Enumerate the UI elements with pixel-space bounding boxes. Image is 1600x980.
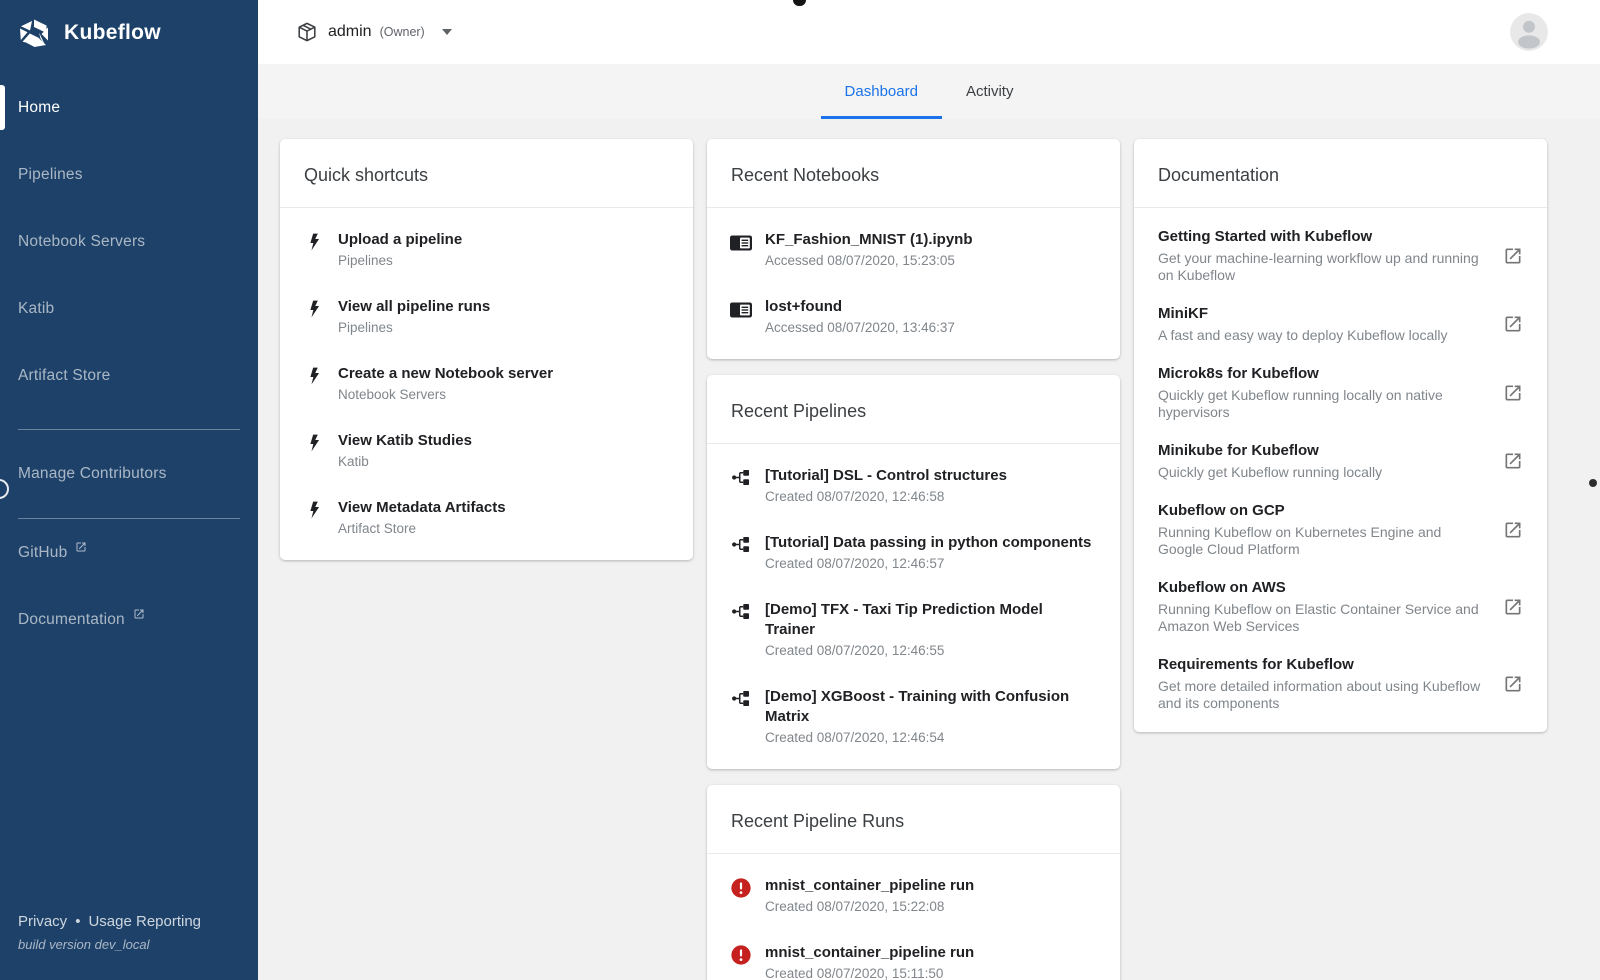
open-in-new-icon — [1505, 316, 1521, 332]
pipeline-run-row[interactable]: mnist_container_pipeline run Created 08/… — [707, 930, 1120, 980]
namespace-role: (Owner) — [379, 25, 425, 39]
notebook-row[interactable]: lost+found Accessed 08/07/2020, 13:46:37 — [707, 284, 1120, 351]
avatar[interactable] — [1510, 13, 1548, 51]
main-area: admin (Owner) Dashboard Activity Quick s… — [258, 0, 1600, 980]
doc-link-getting-started[interactable]: Getting Started with Kubeflow Get your m… — [1134, 217, 1547, 294]
bolt-icon — [302, 498, 326, 521]
doc-link-minikf[interactable]: MiniKF A fast and easy way to deploy Kub… — [1134, 294, 1547, 354]
shortcut-upload-pipeline[interactable]: Upload a pipeline Pipelines — [280, 217, 693, 284]
card-title: Recent Pipelines — [707, 375, 1120, 444]
sidebar-item-katib[interactable]: Katib — [0, 275, 258, 342]
external-link-icon — [76, 542, 86, 551]
sidebar-item-artifact-store[interactable]: Artifact Store — [0, 342, 258, 409]
open-in-new-icon — [1505, 599, 1521, 614]
pipeline-icon — [729, 687, 753, 709]
chevron-down-icon — [441, 29, 452, 35]
recent-notebooks-card: Recent Notebooks KF_Fashion_MNIST (1).ip… — [707, 139, 1120, 359]
sidebar-item-home[interactable]: Home — [0, 74, 258, 141]
recent-pipeline-runs-card: Recent Pipeline Runs mnist_container_pip… — [707, 785, 1120, 980]
package-icon — [298, 22, 316, 42]
sidebar-item-label: Katib — [18, 299, 55, 317]
sidebar-item-label: Documentation — [18, 610, 125, 628]
sidebar-item-label: Notebook Servers — [18, 232, 146, 250]
pipeline-icon — [729, 600, 753, 622]
usage-reporting-link[interactable]: Usage Reporting — [88, 913, 201, 930]
pipeline-row[interactable]: [Tutorial] Data passing in python compon… — [707, 520, 1120, 587]
kubeflow-dashboard: Kubeflow Home Pipelines Notebook Servers… — [0, 0, 1600, 980]
bolt-icon — [302, 230, 326, 253]
sidebar-item-label: Artifact Store — [18, 366, 111, 384]
open-in-new-icon — [1505, 453, 1521, 469]
sidebar-item-label: Pipelines — [18, 165, 83, 183]
sidebar-item-manage-contributors[interactable]: Manage Contributors — [0, 440, 258, 507]
kubeflow-logo[interactable]: Kubeflow — [0, 0, 258, 66]
shortcut-view-pipeline-runs[interactable]: View all pipeline runs Pipelines — [280, 284, 693, 351]
open-in-new-icon — [1505, 248, 1521, 263]
notebook-icon — [729, 297, 753, 322]
documentation-card: Documentation Getting Started with Kubef… — [1134, 139, 1547, 732]
open-in-new-icon — [1505, 676, 1521, 691]
pipeline-row[interactable]: [Demo] XGBoost - Training with Confusion… — [707, 674, 1120, 761]
card-title: Recent Pipeline Runs — [707, 785, 1120, 854]
quick-shortcuts-card: Quick shortcuts Upload a pipeline Pipeli… — [280, 139, 693, 560]
notebook-icon — [729, 230, 753, 255]
build-version: build version dev_local — [18, 937, 150, 952]
card-title: Documentation — [1134, 139, 1547, 208]
pipeline-run-row[interactable]: mnist_container_pipeline run Created 08/… — [707, 863, 1120, 930]
namespace-name: admin — [328, 23, 372, 40]
column-left: Quick shortcuts Upload a pipeline Pipeli… — [280, 139, 693, 560]
pipeline-icon — [729, 533, 753, 555]
shortcut-view-katib-studies[interactable]: View Katib Studies Katib — [280, 418, 693, 485]
sidebar-item-label: Manage Contributors — [18, 464, 167, 482]
shortcut-view-metadata-artifacts[interactable]: View Metadata Artifacts Artifact Store — [280, 485, 693, 552]
bolt-icon — [302, 364, 326, 387]
kubeflow-logo-icon — [20, 19, 48, 47]
doc-link-requirements[interactable]: Requirements for Kubeflow Get more detai… — [1134, 645, 1547, 722]
notebook-row[interactable]: KF_Fashion_MNIST (1).ipynb Accessed 08/0… — [707, 217, 1120, 284]
error-status-icon — [729, 943, 753, 966]
tab-bar: Dashboard Activity — [258, 64, 1600, 119]
pipeline-icon — [729, 466, 753, 488]
card-title: Quick shortcuts — [280, 139, 693, 208]
column-middle: Recent Notebooks KF_Fashion_MNIST (1).ip… — [707, 139, 1120, 980]
scroll-indicator-dot[interactable] — [1589, 479, 1597, 487]
pipeline-row[interactable]: [Tutorial] DSL - Control structures Crea… — [707, 453, 1120, 520]
namespace-selector[interactable]: admin (Owner) — [296, 21, 452, 43]
recent-pipelines-card: Recent Pipelines [Tutorial] DSL - Contro… — [707, 375, 1120, 769]
sidebar-item-documentation[interactable]: Documentation — [0, 586, 258, 653]
sidebar-footer: Privacy • Usage Reporting build version … — [18, 913, 201, 952]
privacy-link[interactable]: Privacy — [18, 913, 67, 930]
tab-activity[interactable]: Activity — [942, 64, 1038, 119]
doc-link-gcp[interactable]: Kubeflow on GCP Running Kubeflow on Kube… — [1134, 491, 1547, 568]
kubeflow-logo-text: Kubeflow — [64, 21, 161, 44]
shortcut-create-notebook-server[interactable]: Create a new Notebook server Notebook Se… — [280, 351, 693, 418]
sidebar-divider — [18, 429, 240, 430]
sidebar-item-label: Home — [18, 98, 61, 116]
card-title: Recent Notebooks — [707, 139, 1120, 208]
pipeline-row[interactable]: [Demo] TFX - Taxi Tip Prediction Model T… — [707, 587, 1120, 674]
column-right: Documentation Getting Started with Kubef… — [1134, 139, 1547, 732]
sidebar-item-label: GitHub — [18, 543, 68, 561]
open-in-new-icon — [1505, 522, 1521, 537]
bolt-icon — [302, 431, 326, 454]
doc-link-microk8s[interactable]: Microk8s for Kubeflow Quickly get Kubefl… — [1134, 354, 1547, 431]
topbar: admin (Owner) — [258, 0, 1600, 64]
tab-dashboard[interactable]: Dashboard — [820, 64, 942, 119]
bolt-icon — [302, 297, 326, 320]
sidebar-item-github[interactable]: GitHub — [0, 519, 258, 586]
sidebar-nav: Home Pipelines Notebook Servers Katib Ar… — [0, 66, 258, 653]
sidebar-item-notebook-servers[interactable]: Notebook Servers — [0, 208, 258, 275]
sidebar: Kubeflow Home Pipelines Notebook Servers… — [0, 0, 258, 980]
doc-link-aws[interactable]: Kubeflow on AWS Running Kubeflow on Elas… — [1134, 568, 1547, 645]
sidebar-item-pipelines[interactable]: Pipelines — [0, 141, 258, 208]
external-link-icon — [134, 609, 144, 618]
open-in-new-icon — [1505, 385, 1521, 400]
person-icon — [1510, 13, 1548, 51]
footer-separator: • — [75, 913, 81, 930]
error-status-icon — [729, 876, 753, 899]
dashboard-content: Quick shortcuts Upload a pipeline Pipeli… — [258, 119, 1600, 980]
doc-link-minikube[interactable]: Minikube for Kubeflow Quickly get Kubefl… — [1134, 431, 1547, 491]
